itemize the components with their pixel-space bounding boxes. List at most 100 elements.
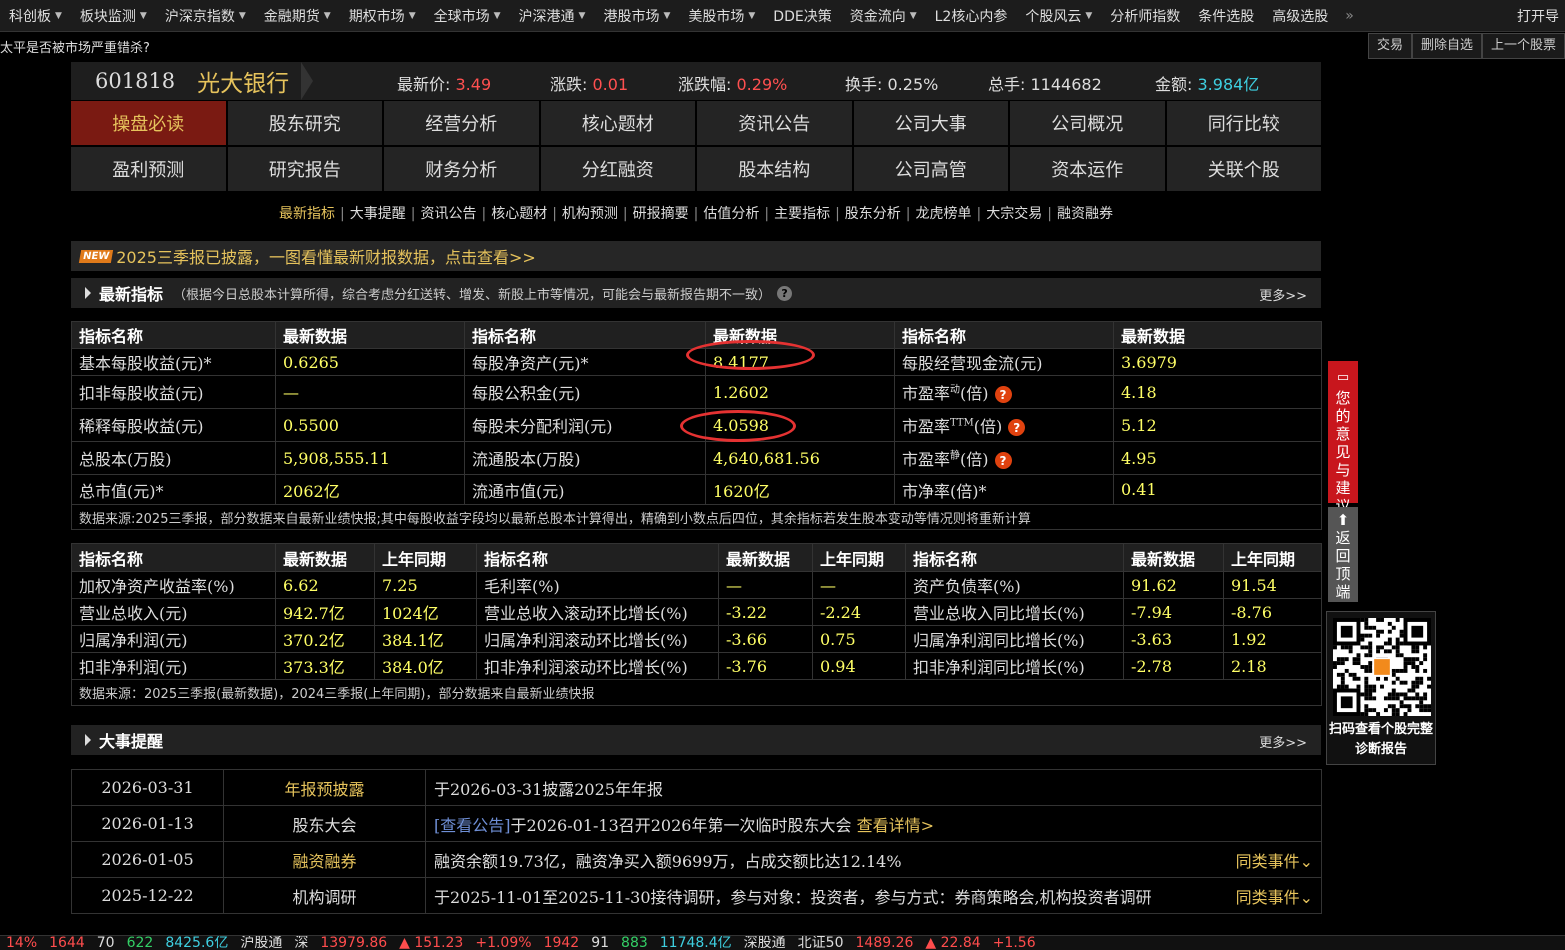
section-nav-item[interactable]: 大事提醒 xyxy=(345,206,411,222)
menu-item[interactable]: L2核心内参 xyxy=(926,0,1017,31)
indicator-value: 942.7亿 xyxy=(275,598,375,626)
turnover-value: 0.25% xyxy=(887,75,939,94)
status-item: ▲ 151.23 xyxy=(399,935,464,950)
section-nav-item[interactable]: 核心题材 xyxy=(486,206,552,222)
pe-label: 市盈率 xyxy=(902,450,951,469)
amount-label: 金额: xyxy=(1155,75,1193,94)
column-header: 最新数据 xyxy=(275,321,465,349)
help-icon[interactable]: ? xyxy=(994,452,1012,469)
section-nav-item[interactable]: 股东分析 xyxy=(840,206,906,222)
similar-events-link[interactable]: 同类事件⌄ xyxy=(1236,848,1313,872)
tab-item[interactable]: 盈利预测 xyxy=(71,147,226,191)
remove-watchlist-button[interactable]: 删除自选 xyxy=(1411,33,1482,59)
help-icon[interactable]: ? xyxy=(1008,419,1026,436)
open-button[interactable]: 打开导 xyxy=(1507,0,1565,31)
section-nav-item[interactable]: 龙虎榜单 xyxy=(911,206,977,222)
menu-item[interactable]: 金融期货 ▼ xyxy=(255,0,340,31)
news-ticker[interactable]: 太平是否被市场严重错杀? xyxy=(0,37,150,56)
event-date: 2026-03-31 xyxy=(71,769,224,806)
status-item: ▲ 22.84 xyxy=(925,935,981,950)
feedback-button[interactable]: ▭ 您的意见与建议 xyxy=(1328,361,1358,515)
menu-item[interactable]: 板块监测 ▼ xyxy=(71,0,156,31)
event-detail: 于2026-03-31披露2025年年报 xyxy=(425,769,1322,806)
indicator-value: -8.76 xyxy=(1223,598,1322,626)
indicator-name: 总股本(万股) xyxy=(71,441,276,475)
section-title: 最新指标 xyxy=(99,285,164,304)
menu-item-label: 期权市场 xyxy=(348,8,405,25)
tab-item[interactable]: 公司概况 xyxy=(1010,101,1165,145)
menu-item[interactable]: 全球市场 ▼ xyxy=(425,0,510,31)
tab-item[interactable]: 财务分析 xyxy=(384,147,539,191)
menu-item[interactable]: 沪深京指数 ▼ xyxy=(156,0,255,31)
prev-stock-button[interactable]: 上一个股票 xyxy=(1481,33,1565,59)
help-icon[interactable]: ? xyxy=(777,285,793,301)
chevron-down-icon: ▼ xyxy=(323,10,331,21)
banner-text[interactable]: 2025三季报已披露，一图看懂最新财报数据，点击查看>> xyxy=(116,244,536,268)
more-link[interactable]: 更多>> xyxy=(1259,732,1307,751)
table-header-row: 指标名称 最新数据 指标名称 最新数据 指标名称 最新数据 xyxy=(71,321,1322,349)
menu-item[interactable]: 港股市场 ▼ xyxy=(594,0,679,31)
tab-item[interactable]: 公司高管 xyxy=(853,147,1008,191)
menu-item[interactable]: 高级选股 xyxy=(1263,0,1337,31)
ticker-row: 太平是否被市场严重错杀? 交易 删除自选 上一个股票 xyxy=(0,33,1565,59)
price-label: 最新价: xyxy=(397,75,451,94)
indicator-name: 加权净资产收益率(%) xyxy=(71,571,276,599)
indicator-value: -2.24 xyxy=(812,598,906,626)
tab-item[interactable]: 股本结构 xyxy=(697,147,852,191)
tab-item[interactable]: 资讯公告 xyxy=(697,101,852,145)
tab-item[interactable]: 资本运作 xyxy=(1010,147,1165,191)
section-nav-item[interactable]: 最新指标 xyxy=(274,206,340,222)
menu-item-label: 高级选股 xyxy=(1272,8,1329,25)
more-link[interactable]: 更多>> xyxy=(1259,285,1307,304)
section-nav-item[interactable]: 研报摘要 xyxy=(628,206,694,222)
menu-item[interactable]: 沪深港通 ▼ xyxy=(510,0,595,31)
column-header: 最新数据 xyxy=(1123,543,1224,572)
report-banner[interactable]: NEW 2025三季报已披露，一图看懂最新财报数据，点击查看>> xyxy=(71,241,1321,271)
section-nav-item[interactable]: 大宗交易 xyxy=(981,206,1047,222)
table-header-row: 指标名称 最新数据 上年同期 指标名称 最新数据 上年同期 指标名称 最新数据 上年同期 xyxy=(71,543,1322,572)
menu-item[interactable]: 科创板 ▼ xyxy=(0,0,71,31)
tab-item[interactable]: 股东研究 xyxy=(227,101,382,145)
column-header: 上年同期 xyxy=(374,543,477,572)
pe-unit: (倍) xyxy=(960,450,989,469)
back-to-top-button[interactable]: ⬆ 返回顶端 xyxy=(1328,507,1358,602)
section-nav-item[interactable]: 主要指标 xyxy=(769,206,835,222)
menu-item[interactable]: 资金流向 ▼ xyxy=(841,0,926,31)
menu-item[interactable]: DDE决策 xyxy=(764,0,840,31)
tab-item[interactable]: 经营分析 xyxy=(384,101,539,145)
tab-item[interactable]: 公司大事 xyxy=(853,101,1008,145)
tab-item[interactable]: 核心题材 xyxy=(540,101,695,145)
trade-button[interactable]: 交易 xyxy=(1367,33,1412,59)
section-nav-item[interactable]: 估值分析 xyxy=(698,206,764,222)
view-notice-link[interactable]: [查看公告] xyxy=(434,816,511,835)
tab-item[interactable]: 关联个股 xyxy=(1166,147,1321,191)
menu-item[interactable]: 期权市场 ▼ xyxy=(340,0,425,31)
column-header: 指标名称 xyxy=(71,321,276,349)
status-item: 883 xyxy=(621,935,648,950)
section-nav-item[interactable]: 资讯公告 xyxy=(415,206,481,222)
tab-item[interactable]: 研究报告 xyxy=(227,147,382,191)
price-value: 3.49 xyxy=(455,75,492,94)
indicator-value: -3.66 xyxy=(718,625,813,653)
column-header: 指标名称 xyxy=(71,543,276,572)
event-text: 于2025-11-01至2025-11-30接待调研，参与对象：投资者，参与方式… xyxy=(434,887,1152,907)
section-nav-item[interactable]: 融资融券 xyxy=(1052,206,1118,222)
menu-item[interactable]: 条件选股 xyxy=(1189,0,1263,31)
menu-item-label: 个股风云 xyxy=(1025,8,1082,25)
stock-code: 601818 xyxy=(95,69,176,93)
tab-item[interactable]: 操盘必读 xyxy=(71,101,226,145)
menu-more-icon[interactable]: » xyxy=(1337,8,1362,24)
menu-item[interactable]: 个股风云 ▼ xyxy=(1016,0,1101,31)
tab-item[interactable]: 分红融资 xyxy=(540,147,695,191)
column-header: 上年同期 xyxy=(1223,543,1322,572)
view-details-link[interactable]: 查看详情> xyxy=(857,816,934,835)
qr-panel[interactable]: 扫码查看个股完整诊断报告 xyxy=(1326,611,1436,765)
similar-events-link[interactable]: 同类事件⌄ xyxy=(1236,884,1313,908)
menu-item[interactable]: 分析师指数 xyxy=(1101,0,1189,31)
tab-item[interactable]: 同行比较 xyxy=(1166,101,1321,145)
table-row: 归属净利润(元) 370.2亿 384.1亿 归属净利润滚动环比增长(%) -3.66 0… xyxy=(71,625,1322,653)
help-icon[interactable]: ? xyxy=(994,386,1012,403)
menu-item[interactable]: 美股市场 ▼ xyxy=(679,0,764,31)
pe-label: 市盈率 xyxy=(902,417,951,436)
section-nav-item[interactable]: 机构预测 xyxy=(557,206,623,222)
